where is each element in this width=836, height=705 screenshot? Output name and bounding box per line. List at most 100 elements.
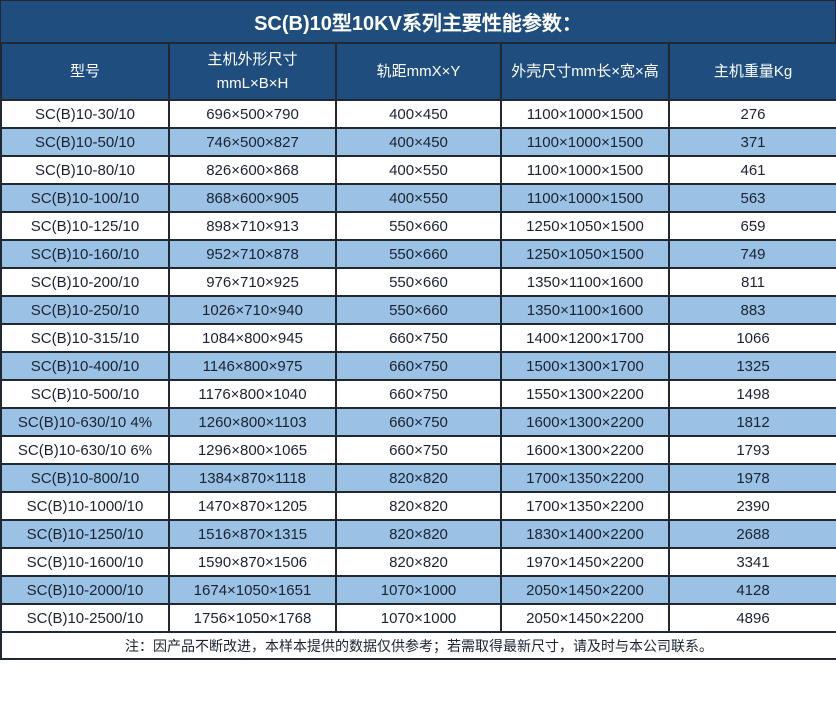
spec-cell: 400×450	[336, 128, 501, 156]
spec-cell: 1250×1050×1500	[501, 212, 669, 240]
column-header-weight: 主机重量Kg	[669, 43, 836, 100]
table-row: SC(B)10-500/101176×800×1040660×7501550×1…	[1, 380, 836, 408]
spec-cell: SC(B)10-125/10	[1, 212, 169, 240]
spec-table: 型号 主机外形尺寸 mmL×B×H 轨距mmX×Y 外壳尺寸mm长×宽×高 主机…	[0, 42, 836, 660]
page-title: SC(B)10型10KV系列主要性能参数：	[0, 0, 836, 42]
column-header-shell-size: 外壳尺寸mm长×宽×高	[501, 43, 669, 100]
spec-cell: 1070×1000	[336, 576, 501, 604]
header-row: 型号 主机外形尺寸 mmL×B×H 轨距mmX×Y 外壳尺寸mm长×宽×高 主机…	[1, 43, 836, 100]
spec-cell: 1350×1100×1600	[501, 268, 669, 296]
spec-cell: 2390	[669, 492, 836, 520]
table-row: SC(B)10-630/10 4%1260×800×1103660×750160…	[1, 408, 836, 436]
spec-cell: 1516×870×1315	[169, 520, 336, 548]
spec-cell: 820×820	[336, 548, 501, 576]
table-row: SC(B)10-2000/101674×1050×16511070×100020…	[1, 576, 836, 604]
spec-cell: SC(B)10-2000/10	[1, 576, 169, 604]
spec-cell: SC(B)10-630/10 6%	[1, 436, 169, 464]
table-row: SC(B)10-800/101384×870×1118820×8201700×1…	[1, 464, 836, 492]
column-header-dimensions-line2: mmL×B×H	[171, 72, 334, 95]
spec-cell: 461	[669, 156, 836, 184]
footer-row: 注：因产品不断改进，本样本提供的数据仅供参考；若需取得最新尺寸，请及时与本公司联…	[1, 632, 836, 659]
spec-cell: SC(B)10-1250/10	[1, 520, 169, 548]
spec-cell: 820×820	[336, 520, 501, 548]
spec-cell: 1260×800×1103	[169, 408, 336, 436]
spec-cell: SC(B)10-630/10 4%	[1, 408, 169, 436]
spec-cell: 1812	[669, 408, 836, 436]
spec-cell: 2050×1450×2200	[501, 576, 669, 604]
table-row: SC(B)10-315/101084×800×945660×7501400×12…	[1, 324, 836, 352]
spec-cell: 1700×1350×2200	[501, 492, 669, 520]
spec-cell: 1384×870×1118	[169, 464, 336, 492]
spec-cell: 820×820	[336, 492, 501, 520]
spec-cell: 1250×1050×1500	[501, 240, 669, 268]
spec-cell: 1026×710×940	[169, 296, 336, 324]
spec-cell: 1978	[669, 464, 836, 492]
spec-cell: 1350×1100×1600	[501, 296, 669, 324]
table-row: SC(B)10-1000/101470×870×1205820×8201700×…	[1, 492, 836, 520]
spec-cell: 1176×800×1040	[169, 380, 336, 408]
column-header-rail-gauge: 轨距mmX×Y	[336, 43, 501, 100]
spec-cell: 550×660	[336, 240, 501, 268]
spec-cell: SC(B)10-800/10	[1, 464, 169, 492]
spec-cell: SC(B)10-1600/10	[1, 548, 169, 576]
spec-cell: 550×660	[336, 212, 501, 240]
table-row: SC(B)10-125/10898×710×913550×6601250×105…	[1, 212, 836, 240]
spec-cell: 1146×800×975	[169, 352, 336, 380]
table-row: SC(B)10-200/10976×710×925550×6601350×110…	[1, 268, 836, 296]
spec-cell: 371	[669, 128, 836, 156]
spec-cell: 660×750	[336, 352, 501, 380]
spec-cell: 1674×1050×1651	[169, 576, 336, 604]
spec-cell: 1700×1350×2200	[501, 464, 669, 492]
spec-cell: 1325	[669, 352, 836, 380]
table-row: SC(B)10-100/10868×600×905400×5501100×100…	[1, 184, 836, 212]
spec-cell: 276	[669, 100, 836, 128]
spec-cell: SC(B)10-250/10	[1, 296, 169, 324]
table-row: SC(B)10-250/101026×710×940550×6601350×11…	[1, 296, 836, 324]
table-row: SC(B)10-50/10746×500×827400×4501100×1000…	[1, 128, 836, 156]
spec-cell: 660×750	[336, 436, 501, 464]
column-header-dimensions: 主机外形尺寸 mmL×B×H	[169, 43, 336, 100]
spec-cell: 696×500×790	[169, 100, 336, 128]
spec-cell: 1400×1200×1700	[501, 324, 669, 352]
table-row: SC(B)10-630/10 6%1296×800×1065660×750160…	[1, 436, 836, 464]
spec-cell: 4896	[669, 604, 836, 632]
spec-cell: 400×450	[336, 100, 501, 128]
spec-cell: 749	[669, 240, 836, 268]
table-row: SC(B)10-80/10826×600×868400×5501100×1000…	[1, 156, 836, 184]
spec-cell: SC(B)10-400/10	[1, 352, 169, 380]
table-row: SC(B)10-2500/101756×1050×17681070×100020…	[1, 604, 836, 632]
spec-cell: 660×750	[336, 380, 501, 408]
spec-cell: SC(B)10-160/10	[1, 240, 169, 268]
table-row: SC(B)10-30/10696×500×790400×4501100×1000…	[1, 100, 836, 128]
spec-cell: 1500×1300×1700	[501, 352, 669, 380]
spec-cell: 1756×1050×1768	[169, 604, 336, 632]
spec-cell: 660×750	[336, 408, 501, 436]
spec-cell: 550×660	[336, 268, 501, 296]
spec-cell: SC(B)10-200/10	[1, 268, 169, 296]
spec-cell: 660×750	[336, 324, 501, 352]
spec-cell: 1084×800×945	[169, 324, 336, 352]
spec-cell: 1498	[669, 380, 836, 408]
spec-cell: 1100×1000×1500	[501, 156, 669, 184]
spec-cell: SC(B)10-30/10	[1, 100, 169, 128]
spec-cell: 746×500×827	[169, 128, 336, 156]
table-row: SC(B)10-400/101146×800×975660×7501500×13…	[1, 352, 836, 380]
spec-cell: 1070×1000	[336, 604, 501, 632]
spec-cell: 2050×1450×2200	[501, 604, 669, 632]
table-row: SC(B)10-1250/101516×870×1315820×8201830×…	[1, 520, 836, 548]
spec-cell: 1100×1000×1500	[501, 128, 669, 156]
spec-cell: SC(B)10-315/10	[1, 324, 169, 352]
spec-cell: 820×820	[336, 464, 501, 492]
spec-cell: 826×600×868	[169, 156, 336, 184]
spec-cell: 3341	[669, 548, 836, 576]
spec-cell: 1830×1400×2200	[501, 520, 669, 548]
spec-sheet: SC(B)10型10KV系列主要性能参数： 型号 主机外形尺寸 mmL×B×H …	[0, 0, 836, 705]
spec-cell: 868×600×905	[169, 184, 336, 212]
spec-cell: 1100×1000×1500	[501, 184, 669, 212]
spec-cell: 1600×1300×2200	[501, 408, 669, 436]
spec-cell: 563	[669, 184, 836, 212]
spec-cell: 4128	[669, 576, 836, 604]
column-header-dimensions-line1: 主机外形尺寸	[171, 48, 334, 71]
spec-cell: 1970×1450×2200	[501, 548, 669, 576]
spec-cell: 659	[669, 212, 836, 240]
